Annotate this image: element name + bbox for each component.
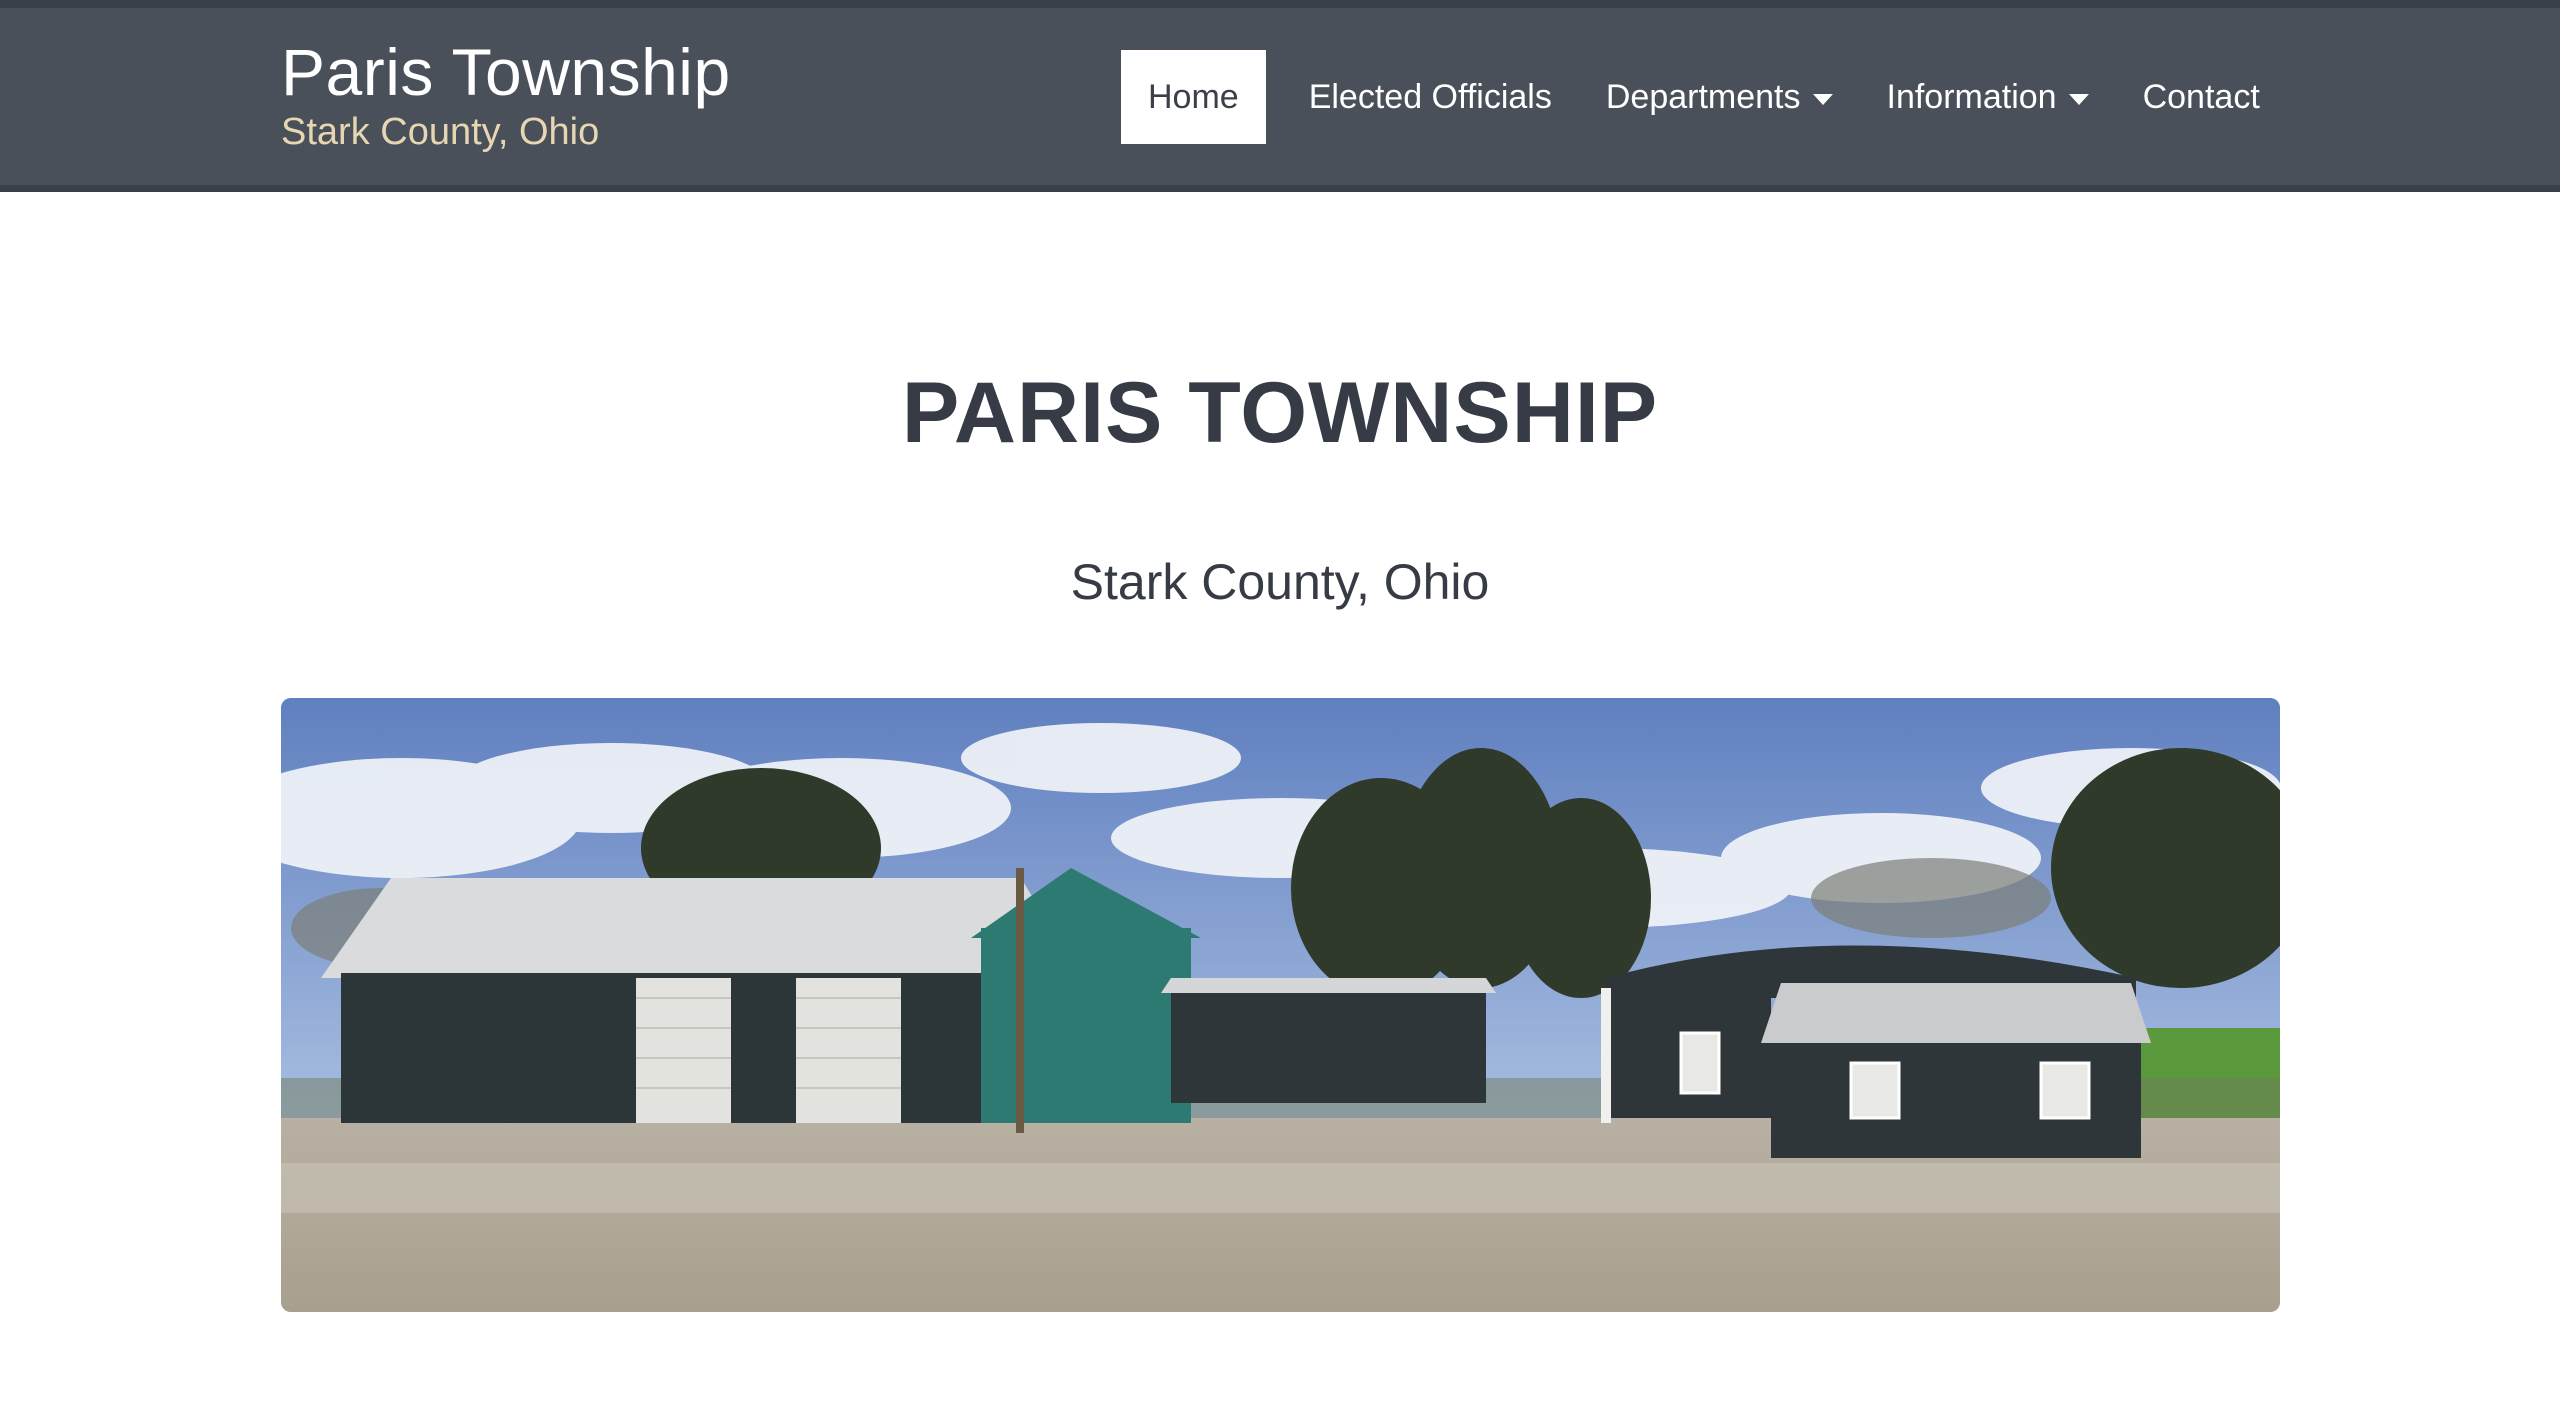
- township-buildings-photo: [281, 698, 2280, 1312]
- site-subtitle: Stark County, Ohio: [281, 111, 600, 153]
- site-header: Paris Township Stark County, Ohio Home E…: [0, 8, 2560, 192]
- nav-item-home[interactable]: Home: [1121, 50, 1266, 144]
- main-nav: Home Elected Officials Departments Infor…: [1121, 50, 2287, 144]
- site-title[interactable]: Paris Township: [281, 34, 731, 110]
- nav-item-label: Home: [1148, 77, 1239, 116]
- page-title: PARIS TOWNSHIP: [901, 365, 1659, 461]
- caret-down-icon: [2068, 93, 2089, 105]
- nav-item-elected-officials[interactable]: Elected Officials: [1282, 50, 1579, 144]
- hero-photo: [281, 698, 2280, 1312]
- nav-item-contact[interactable]: Contact: [2116, 50, 2287, 144]
- page-subtitle: Stark County, Ohio: [1070, 554, 1490, 610]
- next-heading-peek: [860, 1386, 1760, 1406]
- nav-item-label: Elected Officials: [1308, 77, 1552, 116]
- site-brand[interactable]: Paris Township Stark County, Ohio: [281, 34, 731, 154]
- caret-down-icon: [1812, 93, 1833, 105]
- nav-item-departments[interactable]: Departments: [1579, 50, 1860, 144]
- nav-item-label: Contact: [2142, 77, 2260, 116]
- nav-item-label: Information: [1886, 77, 2057, 116]
- header-top-border: [0, 0, 2560, 8]
- nav-item-label: Departments: [1605, 77, 1801, 116]
- nav-item-information[interactable]: Information: [1860, 50, 2116, 144]
